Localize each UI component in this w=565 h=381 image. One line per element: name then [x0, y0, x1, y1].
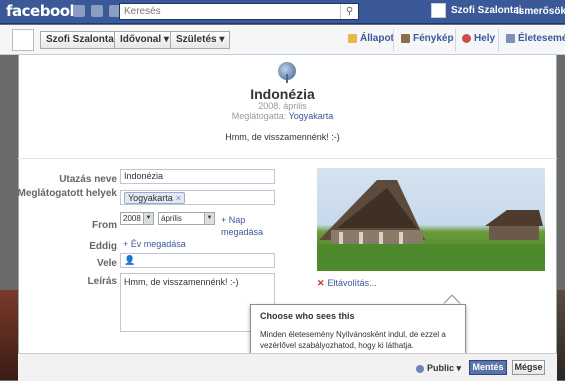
visited-prefix: Meglátogatta:	[231, 111, 287, 121]
visited-places-input[interactable]: Yogyakarta ×	[120, 190, 275, 205]
privacy-selector[interactable]: Public ▾	[416, 363, 461, 374]
messages-icon[interactable]	[91, 5, 103, 17]
place-composer[interactable]: Hely	[462, 33, 495, 44]
until-label: Eddig	[89, 241, 117, 252]
background-photo	[0, 290, 18, 380]
add-day-text: + Nap megadása	[221, 215, 264, 237]
place-tag: Yogyakarta ×	[124, 192, 185, 204]
profile-name-button[interactable]: Szofi Szalontai	[40, 31, 123, 49]
friends-link[interactable]: Ismerősök k	[516, 6, 565, 17]
timeline-dropdown[interactable]: Idővonal ▾	[114, 31, 175, 49]
profile-thumbnail[interactable]	[12, 29, 34, 51]
search-icon[interactable]: ⚲	[340, 4, 358, 19]
add-year-link[interactable]: + Év megadása	[123, 239, 186, 249]
with-label: Vele	[96, 258, 117, 269]
from-year-select[interactable]: 2008 ▼	[120, 212, 154, 225]
place-label: Hely	[474, 33, 496, 44]
from-label: From	[92, 220, 117, 231]
popover-heading: Choose who sees this	[260, 311, 355, 321]
top-user[interactable]: Szofi Szalontai	[431, 3, 522, 18]
remove-tag-icon[interactable]: ×	[176, 193, 181, 203]
person-icon: 👤	[124, 255, 136, 265]
status-label: Állapot	[360, 33, 394, 44]
remove-photo-link[interactable]: ✕ Eltávolítás...	[317, 278, 377, 289]
background-photo	[557, 290, 565, 380]
life-event-composer[interactable]: Életesemén	[506, 33, 565, 44]
privacy-label: Public ▾	[427, 363, 462, 373]
timeline-header: Szofi Szalontai Idővonal ▾ Születés ▾ Ál…	[0, 25, 565, 55]
camera-icon	[401, 34, 410, 43]
dialog-divider	[18, 158, 557, 159]
from-year-value: 2008	[123, 214, 141, 223]
status-icon	[348, 34, 357, 43]
avatar	[431, 3, 446, 18]
globe-icon	[416, 364, 424, 373]
with-people-input[interactable]: 👤	[120, 253, 275, 268]
place-tag-label: Yogyakarta	[128, 193, 173, 203]
cancel-button[interactable]: Mégse	[512, 360, 545, 375]
event-title: Indonézia	[250, 86, 315, 102]
trip-name-label: Utazás neve	[59, 174, 117, 185]
notification-icons	[73, 5, 121, 17]
description-label: Leírás	[87, 276, 117, 287]
from-month-value: április	[161, 214, 182, 223]
event-visited: Meglátogatta: Yogyakarta	[0, 111, 565, 121]
visited-place-link[interactable]: Yogyakarta	[289, 111, 334, 121]
status-composer[interactable]: Állapot	[348, 33, 394, 44]
divider	[455, 29, 456, 51]
add-day-link[interactable]: + Nap megadása	[221, 214, 269, 238]
life-event-icon	[506, 34, 515, 43]
chevron-down-icon: ▼	[204, 213, 214, 224]
search-input[interactable]	[120, 4, 330, 19]
from-month-select[interactable]: április ▼	[158, 212, 215, 225]
birth-dropdown[interactable]: Születés ▾	[170, 31, 231, 49]
remove-photo-label: Eltávolítás...	[327, 278, 377, 288]
divider	[393, 29, 394, 51]
top-bar: facebook ⚲ Szofi Szalontai Ismerősök k	[0, 0, 565, 24]
globe-flag-icon	[278, 62, 296, 83]
photo-label: Fénykép	[413, 33, 454, 44]
remove-icon: ✕	[317, 278, 325, 288]
photo-composer[interactable]: Fénykép	[401, 33, 454, 44]
pavilion-photo	[317, 180, 545, 271]
friend-requests-icon[interactable]	[73, 5, 85, 17]
life-event-label: Életesemén	[518, 33, 565, 44]
event-note: Hmm, de visszamennénk! :-)	[225, 132, 340, 142]
divider	[498, 29, 499, 51]
user-name: Szofi Szalontai	[451, 5, 522, 16]
visited-places-label: Meglátogatott helyek	[17, 188, 117, 199]
event-photo	[317, 168, 545, 271]
save-button[interactable]: Mentés	[469, 360, 507, 375]
popover-body: Minden életesemény Nyilvánosként indul, …	[260, 330, 446, 350]
search-box: ⚲	[119, 3, 359, 20]
map-pin-icon	[462, 34, 471, 43]
trip-name-input[interactable]: Indonézia	[120, 169, 275, 184]
chevron-down-icon: ▼	[143, 213, 153, 224]
facebook-logo[interactable]: facebook	[6, 2, 80, 20]
event-date: 2008. április	[258, 101, 307, 111]
